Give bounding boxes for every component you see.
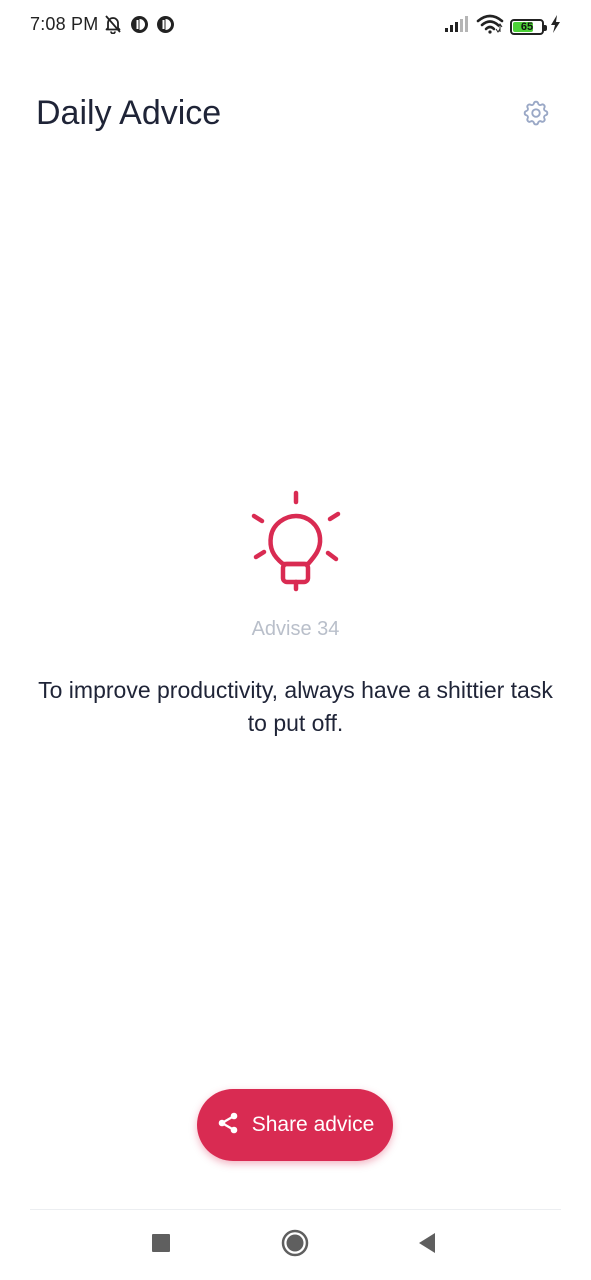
share-advice-button[interactable]: Share advice <box>197 1089 393 1161</box>
advice-text: To improve productivity, always have a s… <box>38 677 553 736</box>
wifi-icon <box>476 14 504 39</box>
share-advice-label: Share advice <box>251 1113 375 1136</box>
page-title: Daily Advice <box>36 94 222 132</box>
recents-button[interactable] <box>144 1228 178 1262</box>
gear-icon <box>521 98 551 133</box>
circle-icon <box>281 1229 309 1262</box>
triangle-back-icon <box>417 1232 437 1259</box>
lightbulb-icon <box>245 488 347 594</box>
status-time: 7:08 PM <box>30 14 99 34</box>
battery-level: 65 <box>520 20 534 33</box>
home-button[interactable] <box>278 1228 312 1262</box>
bell-off-icon <box>103 14 123 39</box>
app-notification-icon <box>130 15 149 39</box>
nav-divider <box>30 1209 561 1210</box>
advice-number: Advise 34 <box>251 618 340 640</box>
screen: 7:08 PM 65 Daily Advice Advise 34 To imp… <box>0 0 591 1280</box>
charging-icon <box>550 15 561 38</box>
share-icon <box>216 1111 240 1140</box>
status-system-icons: 65 <box>444 14 561 39</box>
square-icon <box>151 1233 171 1258</box>
settings-button[interactable] <box>517 96 555 134</box>
status-bar: 7:08 PM 65 <box>0 0 591 50</box>
status-notification-icons <box>103 14 175 39</box>
back-button[interactable] <box>410 1228 444 1262</box>
signal-icon <box>444 15 470 38</box>
battery-icon: 65 <box>510 18 547 35</box>
app-notification-icon <box>156 15 175 39</box>
